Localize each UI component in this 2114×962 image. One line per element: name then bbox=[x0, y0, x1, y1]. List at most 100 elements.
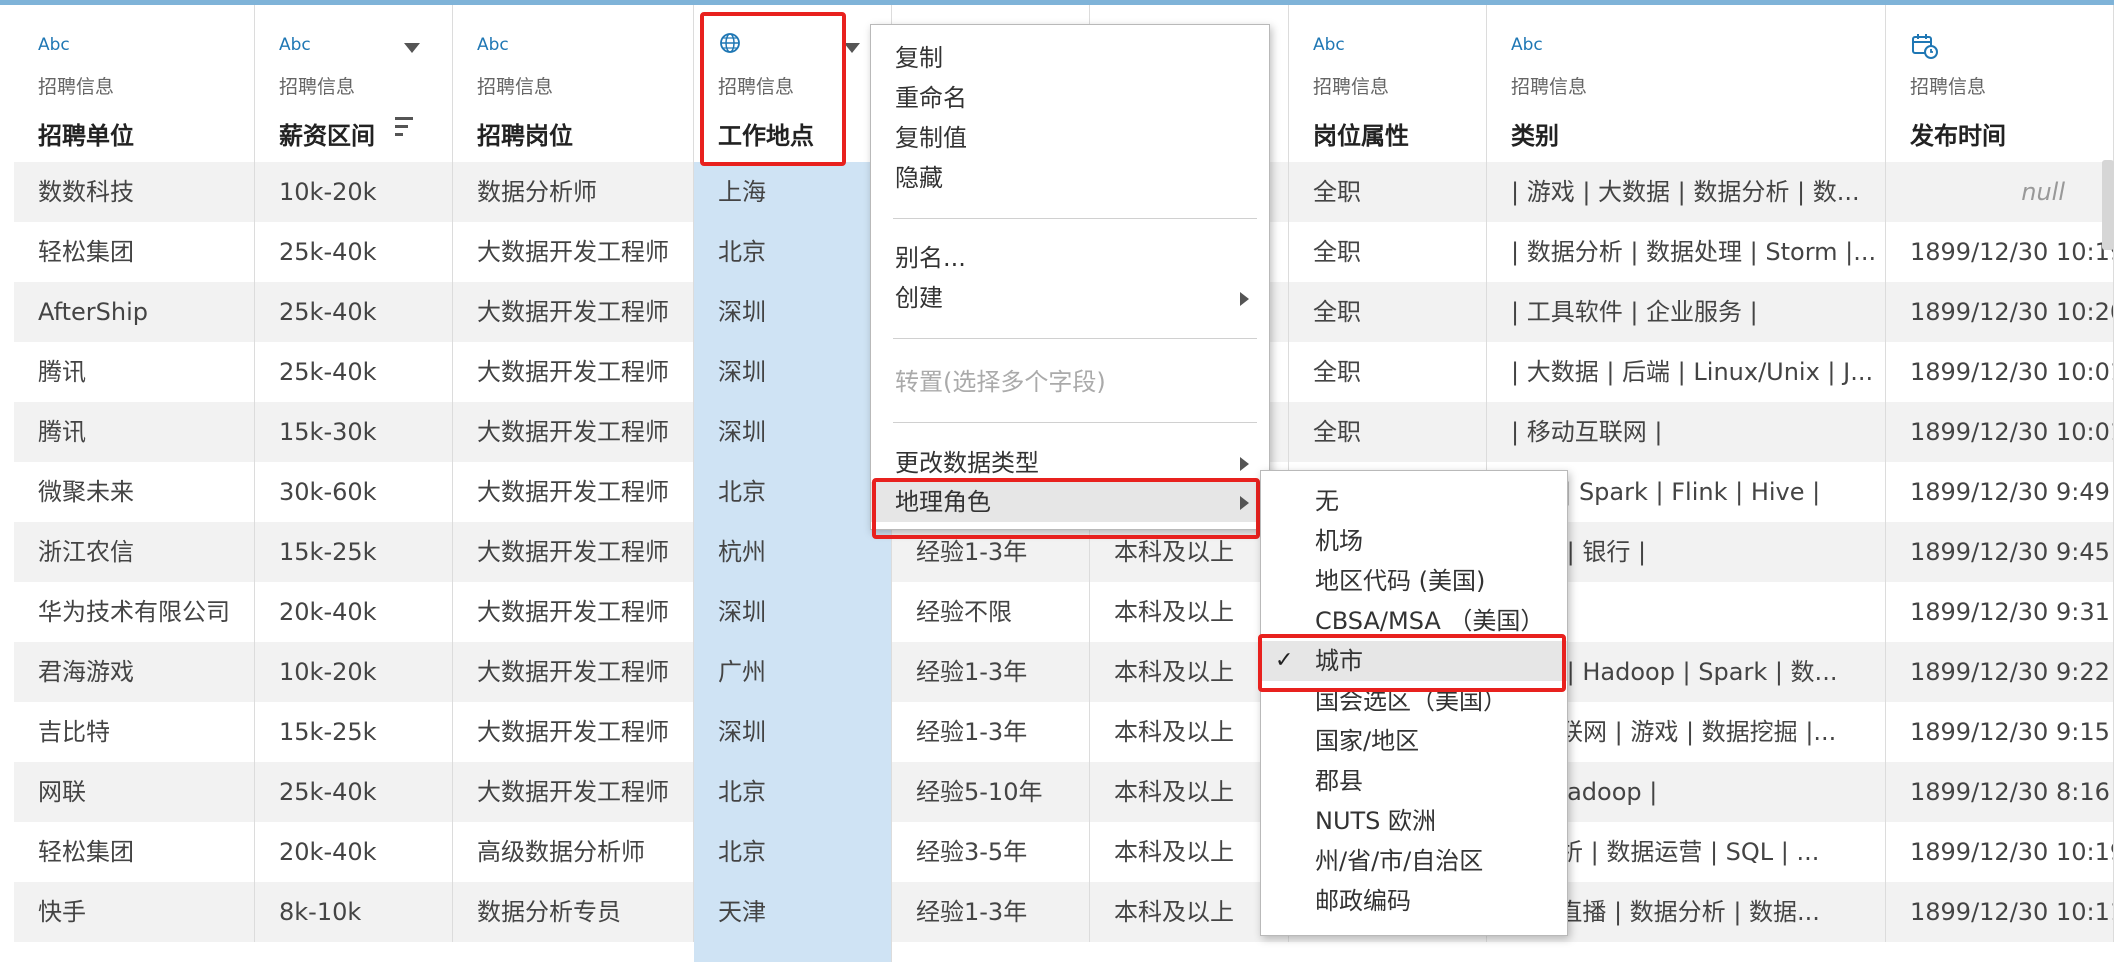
header-position[interactable]: Abc 招聘信息 招聘岗位 bbox=[453, 5, 694, 162]
table-cell[interactable]: 25k-40k bbox=[255, 762, 453, 822]
table-cell[interactable]: 15k-25k bbox=[255, 522, 453, 582]
table-cell[interactable]: 1899/12/30 10:19 bbox=[1886, 222, 2114, 282]
calendar-clock-icon[interactable] bbox=[1910, 31, 1940, 66]
table-cell[interactable]: | 数据分析 | 数据处理 | Storm |... bbox=[1487, 222, 1886, 282]
table-cell[interactable]: 腾讯 bbox=[14, 402, 255, 462]
header-job-type[interactable]: Abc 招聘信息 岗位属性 bbox=[1289, 5, 1487, 162]
table-cell[interactable]: 轻松集团 bbox=[14, 222, 255, 282]
header-company[interactable]: Abc 招聘信息 招聘单位 bbox=[14, 5, 255, 162]
table-cell[interactable]: 腾讯 bbox=[14, 342, 255, 402]
dropdown-arrow-icon[interactable] bbox=[844, 43, 860, 53]
table-cell[interactable]: 大数据开发工程师 bbox=[453, 762, 694, 822]
table-cell[interactable]: 25k-40k bbox=[255, 222, 453, 282]
table-cell[interactable]: 大数据开发工程师 bbox=[453, 222, 694, 282]
table-cell[interactable]: 10k-20k bbox=[255, 162, 453, 222]
table-cell[interactable]: 快手 bbox=[14, 882, 255, 942]
vertical-scrollbar[interactable] bbox=[2102, 160, 2114, 250]
table-cell[interactable]: 1899/12/30 10:01 bbox=[1886, 402, 2114, 462]
table-cell[interactable]: 北京 bbox=[694, 822, 892, 882]
table-cell[interactable]: 1899/12/30 8:16 bbox=[1886, 762, 2114, 822]
table-cell[interactable]: 深圳 bbox=[694, 282, 892, 342]
table-cell[interactable]: 全职 bbox=[1289, 402, 1487, 462]
table-cell[interactable]: 1899/12/30 10:20 bbox=[1886, 282, 2114, 342]
table-cell[interactable]: 微聚未来 bbox=[14, 462, 255, 522]
table-cell[interactable]: 全职 bbox=[1289, 342, 1487, 402]
table-cell[interactable]: 经验5-10年 bbox=[892, 762, 1090, 822]
table-cell[interactable]: 20k-40k bbox=[255, 822, 453, 882]
menu-item-copy[interactable]: 复制 bbox=[871, 38, 1269, 78]
table-cell[interactable]: 1899/12/30 9:15 bbox=[1886, 702, 2114, 762]
table-cell[interactable]: 深圳 bbox=[694, 702, 892, 762]
table-cell[interactable]: 高级数据分析师 bbox=[453, 822, 694, 882]
sort-icon[interactable] bbox=[395, 117, 413, 141]
table-cell[interactable]: 数数科技 bbox=[14, 162, 255, 222]
header-category[interactable]: Abc 招聘信息 类别 bbox=[1487, 5, 1886, 162]
string-type-icon[interactable]: Abc bbox=[279, 35, 311, 55]
table-cell[interactable]: 华为技术有限公司 bbox=[14, 582, 255, 642]
table-cell[interactable]: 大数据开发工程师 bbox=[453, 282, 694, 342]
table-cell[interactable]: 25k-40k bbox=[255, 342, 453, 402]
string-type-icon[interactable]: Abc bbox=[477, 35, 509, 55]
submenu-item-congressional-district-us[interactable]: 国会选区（美国） bbox=[1261, 681, 1567, 721]
header-work-location[interactable]: 招聘信息 工作地点 bbox=[694, 5, 892, 162]
table-cell[interactable]: 上海 bbox=[694, 162, 892, 222]
submenu-item-country-region[interactable]: 国家/地区 bbox=[1261, 721, 1567, 761]
table-cell[interactable]: 轻松集团 bbox=[14, 822, 255, 882]
table-cell[interactable]: 1899/12/30 10:11 bbox=[1886, 882, 2114, 942]
table-cell[interactable]: 网联 bbox=[14, 762, 255, 822]
table-cell[interactable]: 20k-40k bbox=[255, 582, 453, 642]
table-cell[interactable]: | 工具软件 | 企业服务 | bbox=[1487, 282, 1886, 342]
table-cell[interactable]: 吉比特 bbox=[14, 702, 255, 762]
table-cell[interactable]: 广州 bbox=[694, 642, 892, 702]
table-cell[interactable]: 1899/12/30 9:31 bbox=[1886, 582, 2114, 642]
submenu-item-none[interactable]: 无 bbox=[1261, 481, 1567, 521]
globe-icon[interactable] bbox=[718, 31, 742, 60]
table-cell[interactable]: 数据分析师 bbox=[453, 162, 694, 222]
table-cell[interactable]: 经验1-3年 bbox=[892, 702, 1090, 762]
header-salary[interactable]: Abc 招聘信息 薪资区间 bbox=[255, 5, 453, 162]
table-cell[interactable]: 大数据开发工程师 bbox=[453, 642, 694, 702]
table-cell[interactable]: 大数据开发工程师 bbox=[453, 702, 694, 762]
table-cell[interactable]: 大数据开发工程师 bbox=[453, 342, 694, 402]
table-cell[interactable]: 浙江农信 bbox=[14, 522, 255, 582]
string-type-icon[interactable]: Abc bbox=[1313, 35, 1345, 55]
table-cell[interactable]: 8k-10k bbox=[255, 882, 453, 942]
menu-item-alias[interactable]: 别名... bbox=[871, 238, 1269, 278]
submenu-item-nuts-europe[interactable]: NUTS 欧洲 bbox=[1261, 801, 1567, 841]
table-cell[interactable]: 大数据开发工程师 bbox=[453, 402, 694, 462]
menu-item-change-data-type[interactable]: 更改数据类型 bbox=[871, 443, 1269, 483]
table-cell[interactable]: AfterShip bbox=[14, 282, 255, 342]
table-cell[interactable]: 全职 bbox=[1289, 162, 1487, 222]
submenu-item-city[interactable]: ✓ 城市 bbox=[1261, 641, 1567, 681]
table-cell[interactable]: 全职 bbox=[1289, 222, 1487, 282]
submenu-item-zip-code[interactable]: 邮政编码 bbox=[1261, 881, 1567, 921]
dropdown-arrow-icon[interactable] bbox=[404, 43, 420, 53]
table-cell[interactable]: | 移动互联网 | bbox=[1487, 402, 1886, 462]
table-cell[interactable]: 1899/12/30 10:01 bbox=[1886, 342, 2114, 402]
table-cell[interactable]: 深圳 bbox=[694, 342, 892, 402]
table-cell[interactable]: 深圳 bbox=[694, 402, 892, 462]
table-cell[interactable]: 1899/12/30 10:19 bbox=[1886, 822, 2114, 882]
table-cell[interactable]: 北京 bbox=[694, 222, 892, 282]
table-cell[interactable]: 大数据开发工程师 bbox=[453, 462, 694, 522]
submenu-item-state-province[interactable]: 州/省/市/自治区 bbox=[1261, 841, 1567, 881]
table-cell[interactable]: 1899/12/30 9:49 bbox=[1886, 462, 2114, 522]
submenu-item-area-code-us[interactable]: 地区代码 (美国) bbox=[1261, 561, 1567, 601]
string-type-icon[interactable]: Abc bbox=[1511, 35, 1543, 55]
table-cell[interactable]: 经验3-5年 bbox=[892, 822, 1090, 882]
table-cell[interactable]: 10k-20k bbox=[255, 642, 453, 702]
table-cell[interactable]: | 大数据 | 后端 | Linux/Unix | J... bbox=[1487, 342, 1886, 402]
table-cell[interactable]: | 游戏 | 大数据 | 数据分析 | 数... bbox=[1487, 162, 1886, 222]
submenu-item-county[interactable]: 郡县 bbox=[1261, 761, 1567, 801]
table-cell[interactable]: 1899/12/30 9:22 bbox=[1886, 642, 2114, 702]
menu-item-copy-values[interactable]: 复制值 bbox=[871, 118, 1269, 158]
table-cell[interactable]: 经验不限 bbox=[892, 582, 1090, 642]
table-cell[interactable]: 全职 bbox=[1289, 282, 1487, 342]
table-cell[interactable]: 经验1-3年 bbox=[892, 642, 1090, 702]
submenu-item-cbsa-msa-us[interactable]: CBSA/MSA （美国） bbox=[1261, 601, 1567, 641]
table-cell[interactable]: null bbox=[1886, 162, 2114, 222]
menu-item-hide[interactable]: 隐藏 bbox=[871, 158, 1269, 198]
table-cell[interactable]: 30k-60k bbox=[255, 462, 453, 522]
table-cell[interactable]: 君海游戏 bbox=[14, 642, 255, 702]
table-cell[interactable]: 北京 bbox=[694, 762, 892, 822]
